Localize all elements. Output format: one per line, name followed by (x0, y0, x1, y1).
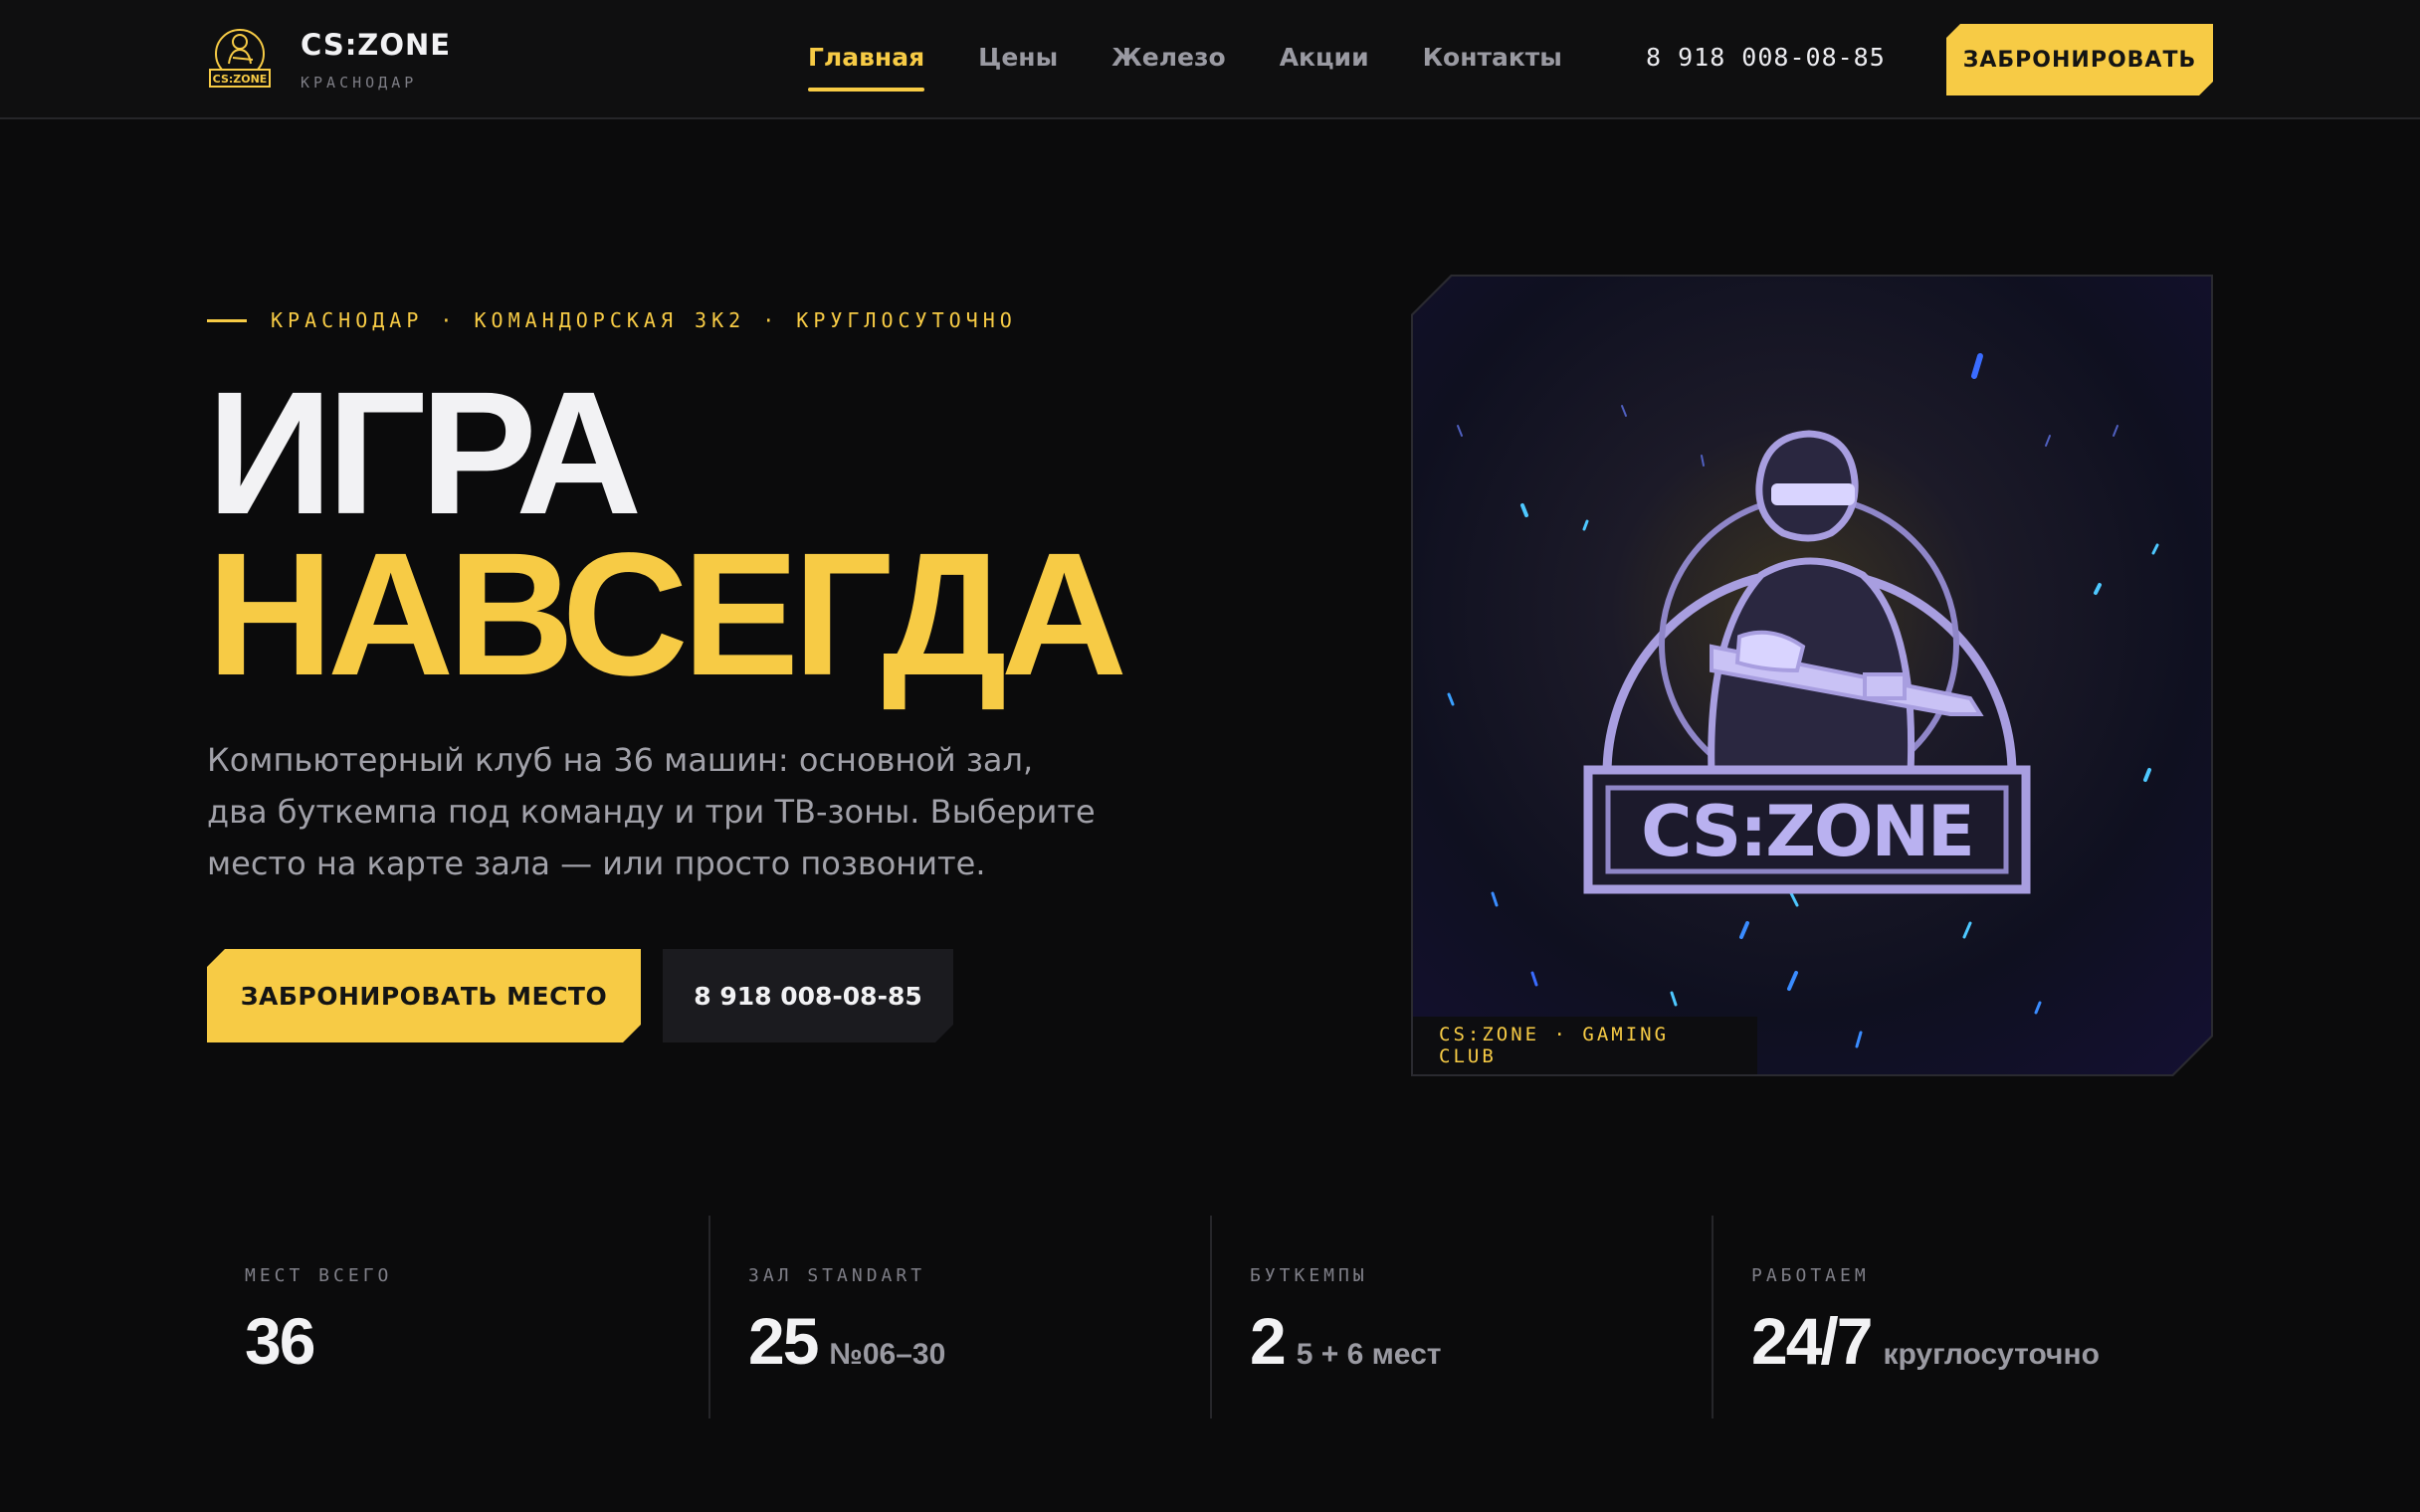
brand-text: CS:ZONE КРАСНОДАР (301, 28, 451, 92)
site-header: CS:ZONE CS:ZONE КРАСНОДАР Главная Цены Ж… (0, 0, 2420, 119)
stat-label: МЕСТ ВСЕГО (245, 1265, 393, 1286)
nav-item-contacts[interactable]: Контакты (1423, 0, 1562, 119)
hero-headline-line2: НАВСЕГДА (207, 517, 1127, 712)
hero-description: Компьютерный клуб на 36 машин: основной … (207, 741, 1096, 882)
hero-logo-art: CS:ZONE (1413, 277, 2211, 1074)
brand-name: CS:ZONE (301, 28, 452, 62)
call-phone-button[interactable]: 8 918 008-08-85 (663, 949, 953, 1042)
brand-city: КРАСНОДАР (301, 74, 418, 92)
stat-working-hours: РАБОТАЕМ 24/7 круглосуточно (1712, 1216, 2213, 1418)
nav-item-hardware[interactable]: Железо (1111, 0, 1226, 119)
hero-headline-line1: ИГРА (207, 356, 642, 551)
stat-sub: круглосуточно (1883, 1338, 2100, 1371)
stat-value-row: 25 №06–30 (748, 1303, 945, 1379)
stats-bar: МЕСТ ВСЕГО 36 ЗАЛ STANDART 25 №06–30 БУТ… (207, 1216, 2213, 1418)
main-nav: Главная Цены Железо Акции Контакты (808, 0, 1616, 119)
hero-image: CS:ZONE (1413, 277, 2211, 1074)
nav-item-home[interactable]: Главная (808, 0, 925, 119)
stat-sub: №06–30 (829, 1338, 946, 1371)
eyebrow-text: КРАСНОДАР · КОМАНДОРСКАЯ 3К2 · КРУГЛОСУТ… (271, 308, 1017, 332)
stat-value: 36 (245, 1304, 315, 1378)
header-book-button[interactable]: ЗАБРОНИРОВАТЬ (1946, 24, 2213, 95)
soldier-logo-icon: CS:ZONE (209, 29, 271, 88)
header-phone-link[interactable]: 8 918 008-08-85 (1646, 0, 1886, 119)
book-seat-button[interactable]: ЗАБРОНИРОВАТЬ МЕСТО (207, 949, 641, 1042)
stat-bootcamps: БУТКЕМПЫ 2 5 + 6 мест (1210, 1216, 1712, 1418)
stat-value: 24/7 (1751, 1304, 1873, 1378)
nav-item-prices[interactable]: Цены (978, 0, 1058, 119)
emblem-logo-text: CS:ZONE (1641, 791, 1973, 872)
stat-label: ЗАЛ STANDART (748, 1265, 926, 1286)
stat-label: РАБОТАЕМ (1751, 1265, 1870, 1286)
stat-standart-hall: ЗАЛ STANDART 25 №06–30 (708, 1216, 1210, 1418)
stat-value-row: 36 (245, 1303, 325, 1379)
logo-text: CS:ZONE (213, 73, 268, 86)
stat-value: 25 (748, 1304, 819, 1378)
eyebrow-line (207, 318, 247, 322)
stat-value-row: 2 5 + 6 мест (1250, 1303, 1441, 1379)
nav-item-promotions[interactable]: Акции (1280, 0, 1369, 119)
stat-sub: 5 + 6 мест (1296, 1338, 1442, 1371)
brand[interactable]: CS:ZONE CS:ZONE КРАСНОДАР (207, 26, 451, 92)
stat-label: БУТКЕМПЫ (1250, 1265, 1368, 1286)
hero-image-card: CS:ZONE CS:ZONE · GAMING CLUB (1411, 275, 2213, 1076)
hero-eyebrow: КРАСНОДАР · КОМАНДОРСКАЯ 3К2 · КРУГЛОСУТ… (207, 308, 1017, 332)
stat-total-seats: МЕСТ ВСЕГО 36 (207, 1216, 708, 1418)
stat-value: 2 (1250, 1304, 1287, 1378)
stat-value-row: 24/7 круглосуточно (1751, 1303, 2100, 1379)
image-caption: CS:ZONE · GAMING CLUB (1413, 1017, 1757, 1074)
